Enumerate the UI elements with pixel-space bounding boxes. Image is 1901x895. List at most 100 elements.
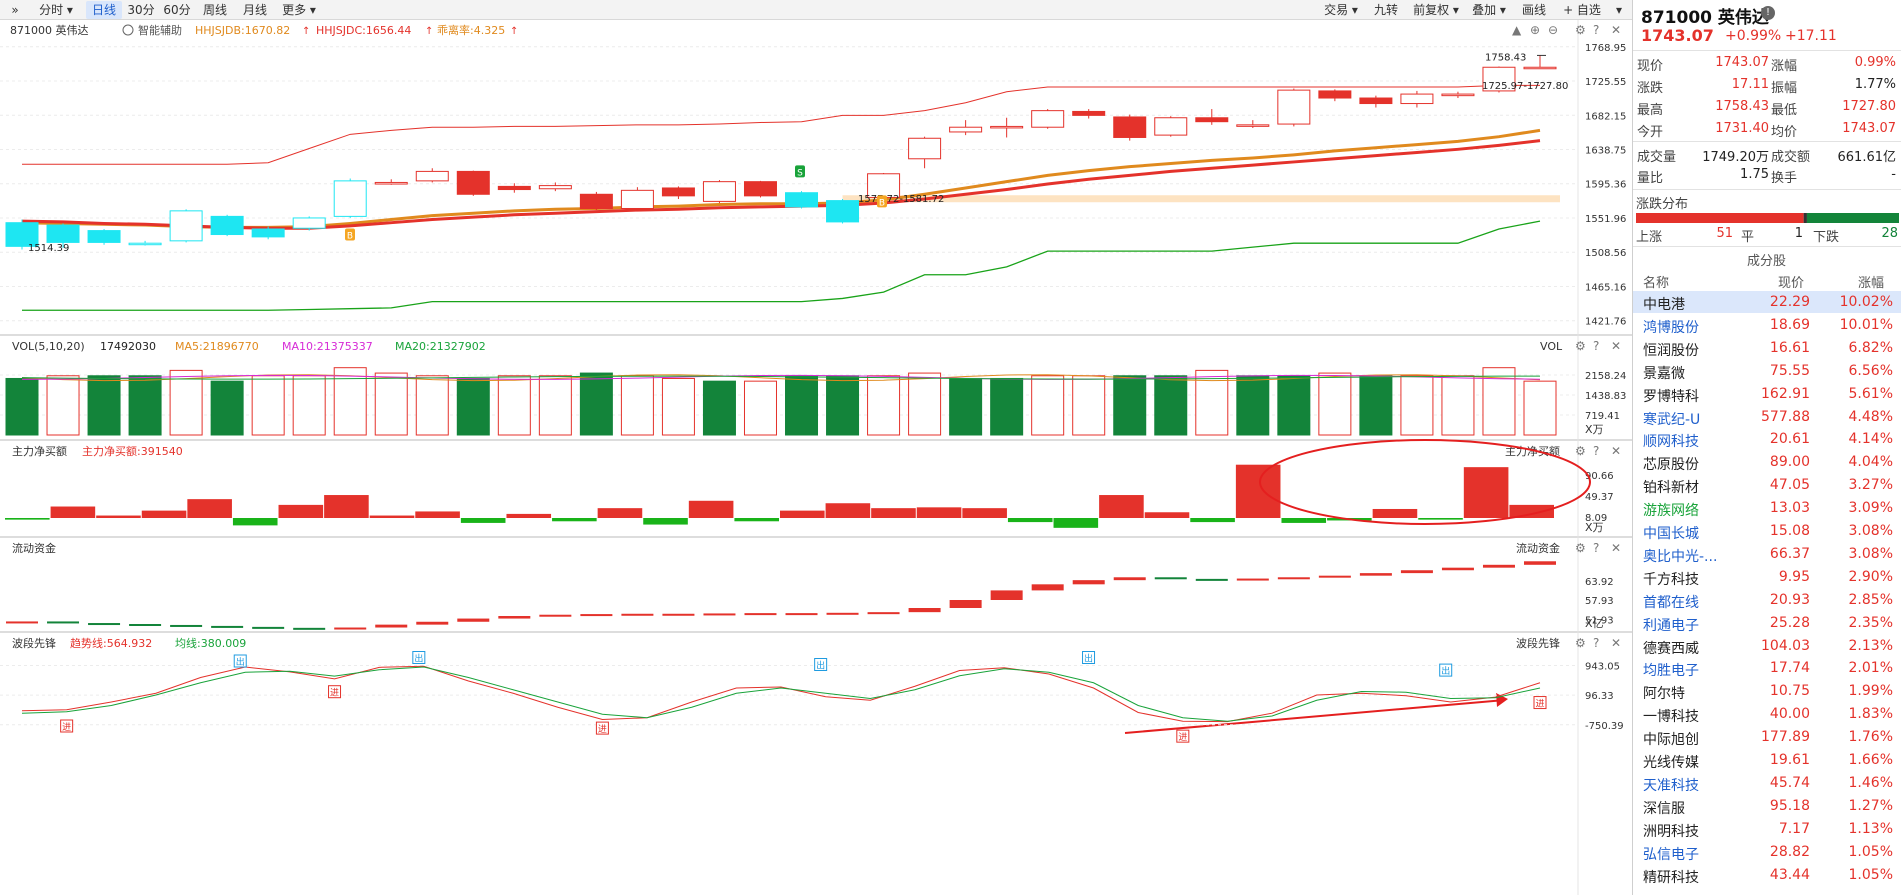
constituent-name[interactable]: 铂科新材 (1643, 477, 1699, 497)
flow-bar[interactable] (1236, 578, 1269, 581)
toolbar-left-button[interactable]: » (4, 1, 26, 19)
net-buy-bar[interactable] (1053, 518, 1099, 528)
constituent-row[interactable]: 中国长城 15.08 3.08% (1633, 523, 1901, 545)
volume-bar[interactable] (251, 375, 285, 436)
flow-bar[interactable] (334, 627, 367, 630)
constituent-row[interactable]: 景嘉微 75.55 6.56% (1633, 363, 1901, 385)
volume-bar[interactable] (374, 372, 408, 436)
volume-bar[interactable] (1441, 375, 1475, 436)
wave-in-badge[interactable]: 进 (595, 721, 609, 735)
flow-bar[interactable] (1359, 573, 1392, 576)
toolbar-left-button[interactable]: 60分 (160, 1, 194, 19)
volume-bar[interactable] (1359, 375, 1393, 436)
volume-bar[interactable] (785, 375, 819, 436)
wave-out-badge[interactable]: 出 (814, 658, 828, 672)
net-buy-bar[interactable] (5, 518, 50, 520)
candle[interactable] (1236, 120, 1270, 129)
net-buy-bar[interactable] (278, 504, 324, 518)
net-buy-bar[interactable] (415, 511, 460, 518)
constituent-row[interactable]: 奥比中光-... 66.37 3.08% (1633, 546, 1901, 568)
constituent-row[interactable]: 鸿博股份 18.69 10.01% (1633, 317, 1901, 339)
volume-bar[interactable] (579, 372, 613, 436)
volume-bar[interactable] (826, 375, 860, 436)
flow-bar[interactable] (826, 612, 859, 615)
col-header-price[interactable]: 现价 (1778, 272, 1804, 291)
flow-bar[interactable] (785, 613, 818, 616)
candle[interactable] (1441, 91, 1475, 99)
constituent-row[interactable]: 光线传媒 19.61 1.66% (1633, 752, 1901, 774)
toolbar-right-button[interactable]: 叠加 ▾ (1466, 1, 1512, 19)
constituent-row[interactable]: 均胜电子 17.74 2.01% (1633, 660, 1901, 682)
constituent-row[interactable]: 中际旭创 177.89 1.76% (1633, 729, 1901, 751)
flow-bar[interactable] (539, 614, 572, 617)
volume-bar[interactable] (169, 369, 203, 436)
candle[interactable] (908, 136, 942, 169)
dropdown-icon[interactable] (122, 24, 134, 36)
constituent-name[interactable]: 德赛西威 (1643, 638, 1699, 658)
constituent-row[interactable]: 顺网科技 20.61 4.14% (1633, 431, 1901, 453)
constituent-row[interactable]: 铂科新材 47.05 3.27% (1633, 477, 1901, 499)
flow-bar[interactable] (293, 627, 326, 630)
close-icon[interactable]: ✕ (1611, 339, 1621, 353)
wave-in-badge[interactable]: 进 (1176, 729, 1190, 743)
constituent-row[interactable]: 利通电子 25.28 2.35% (1633, 615, 1901, 637)
constituent-row[interactable]: 罗博特科 162.91 5.61% (1633, 386, 1901, 408)
constituent-name[interactable]: 中电港 (1643, 294, 1685, 314)
candle[interactable] (785, 191, 819, 209)
volume-bar[interactable] (867, 375, 901, 436)
constituent-name[interactable]: 洲明科技 (1643, 821, 1699, 841)
flow-bar[interactable] (170, 624, 203, 627)
net-buy-bar[interactable] (552, 518, 597, 522)
flow-bar[interactable] (252, 626, 285, 629)
flow-bar[interactable] (867, 612, 900, 615)
constituent-row[interactable]: 德赛西威 104.03 2.13% (1633, 638, 1901, 660)
flow-bar[interactable] (580, 614, 613, 617)
toolbar-right-button[interactable]: 前复权 ▾ (1408, 1, 1464, 19)
net-buy-bar[interactable] (1144, 512, 1190, 518)
flow-bar[interactable] (1482, 564, 1515, 568)
net-buy-bar[interactable] (1418, 518, 1463, 520)
constituent-row[interactable]: 洲明科技 7.17 1.13% (1633, 821, 1901, 843)
volume-bar[interactable] (1154, 375, 1188, 436)
wave-out-badge[interactable]: 出 (1082, 651, 1096, 665)
toolbar-left-button[interactable]: 分时 ▾ (28, 1, 84, 19)
constituent-row[interactable]: 游族网络 13.03 3.09% (1633, 500, 1901, 522)
flow-bar[interactable] (744, 613, 777, 616)
net-buy-bar[interactable] (1372, 508, 1418, 518)
candle[interactable] (1154, 116, 1188, 137)
flow-bar[interactable] (1113, 577, 1146, 581)
flow-bar[interactable] (990, 590, 1023, 600)
constituent-name[interactable]: 罗博特科 (1643, 386, 1699, 406)
net-buy-bar[interactable] (369, 515, 415, 518)
constituent-name[interactable]: 中国长城 (1643, 523, 1699, 543)
volume-bar[interactable] (1277, 375, 1311, 436)
constituent-row[interactable]: 芯原股份 89.00 4.04% (1633, 454, 1901, 476)
volume-bar[interactable] (908, 372, 942, 436)
toolbar-left-button[interactable]: 周线 (196, 1, 234, 19)
flow-bar[interactable] (498, 616, 531, 619)
net-buy-bar[interactable] (141, 510, 187, 518)
candle[interactable] (661, 186, 695, 200)
net-buy-bar[interactable] (962, 508, 1007, 518)
volume-bar[interactable] (990, 377, 1024, 436)
flow-bar[interactable] (703, 613, 736, 616)
toolbar-left-button[interactable]: 日线 (86, 1, 122, 19)
wave-in-badge[interactable]: 进 (328, 685, 342, 699)
toolbar-right-button[interactable]: 画线 (1514, 1, 1554, 19)
close-icon[interactable]: ✕ (1611, 444, 1621, 458)
close-icon[interactable]: ✕ (1611, 23, 1621, 37)
settings-icon[interactable]: ⚙ (1575, 23, 1586, 37)
candle[interactable] (743, 180, 777, 198)
volume-bar[interactable] (210, 380, 244, 436)
net-buy-bar[interactable] (96, 515, 141, 518)
net-buy-bar[interactable] (916, 507, 962, 518)
candle[interactable] (1318, 89, 1352, 102)
volume-bar[interactable] (620, 375, 654, 436)
volume-bar[interactable] (538, 375, 572, 436)
flow-bar[interactable] (375, 624, 408, 628)
constituent-row[interactable]: 千方科技 9.95 2.90% (1633, 569, 1901, 591)
constituent-name[interactable]: 鸿博股份 (1643, 317, 1699, 337)
candle[interactable] (210, 214, 244, 237)
net-buy-bar[interactable] (460, 518, 506, 523)
constituent-name[interactable]: 寒武纪-U (1643, 409, 1700, 429)
